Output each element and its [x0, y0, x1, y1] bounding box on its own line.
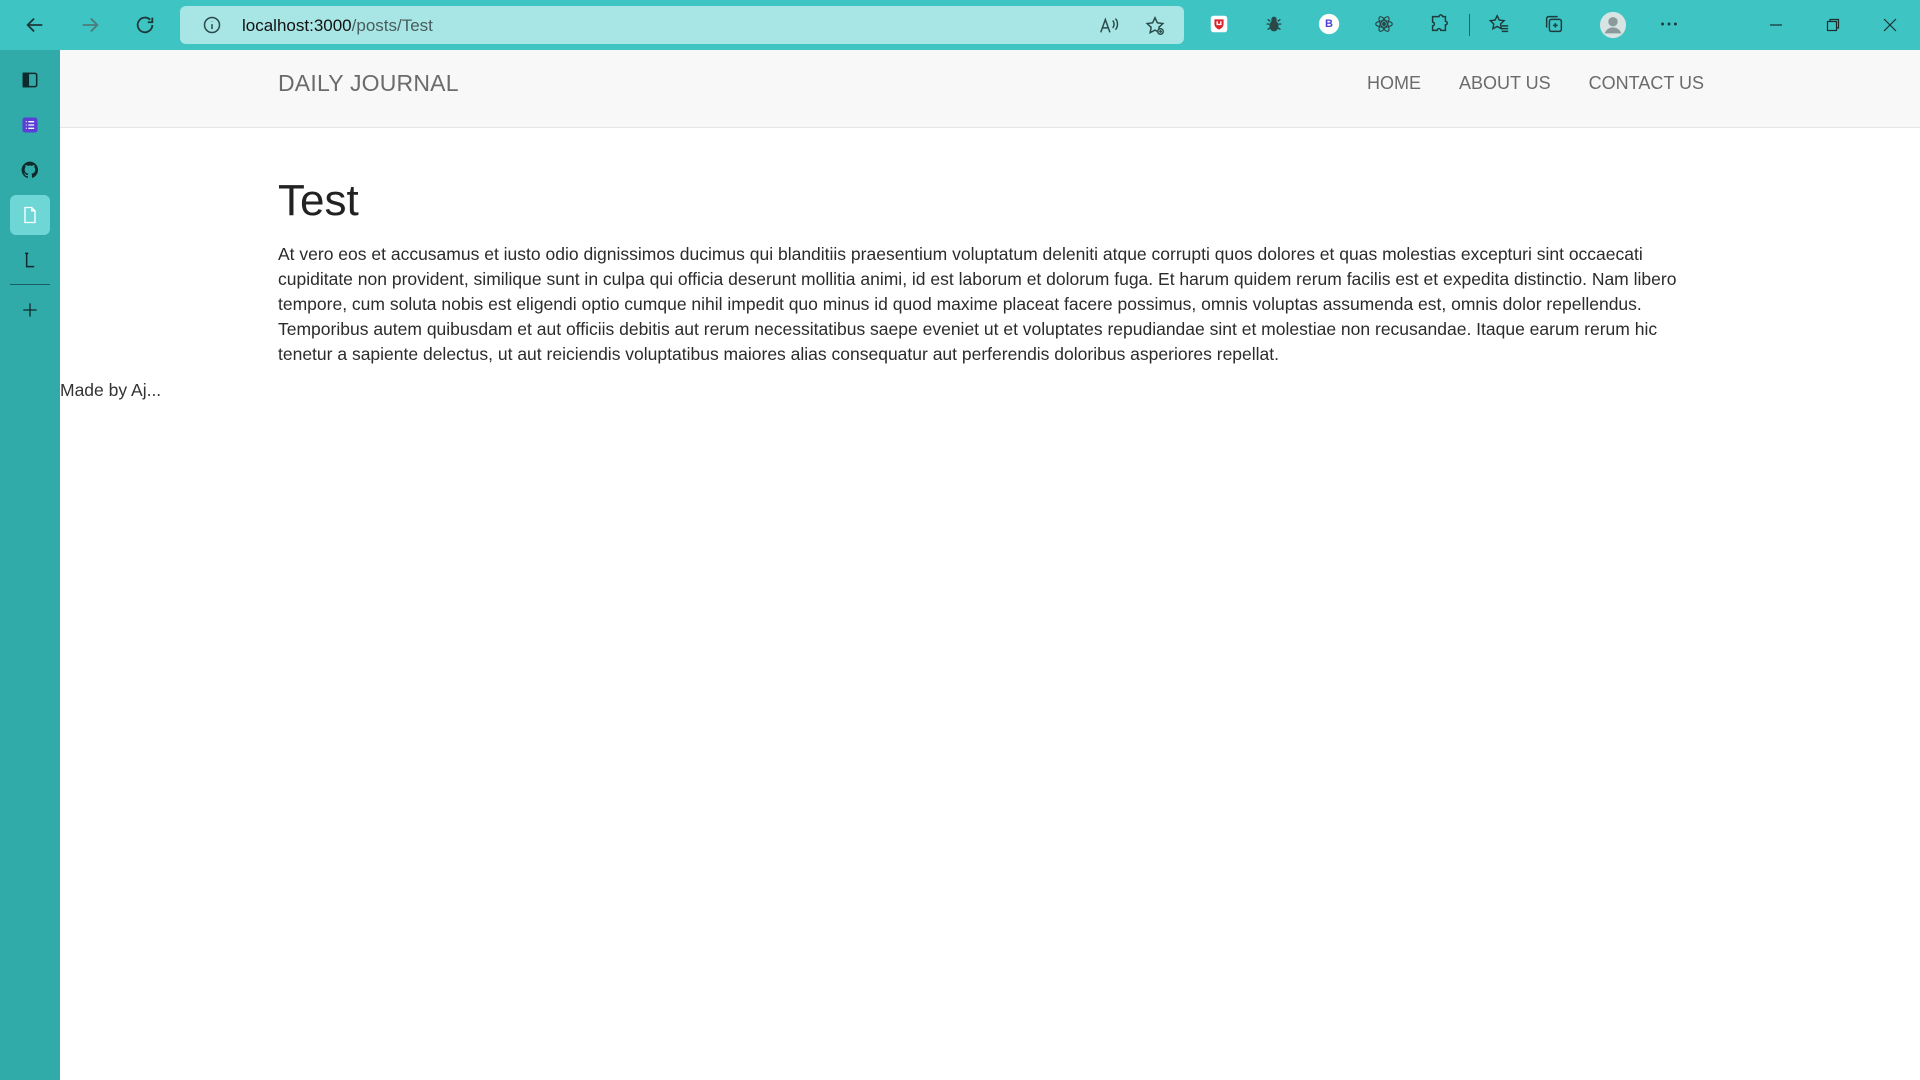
react-devtools-icon[interactable]	[1371, 11, 1397, 37]
url-path: /posts/Test	[351, 16, 433, 35]
favorites-icon[interactable]	[1486, 11, 1512, 37]
post-body: At vero eos et accusamus et iusto odio d…	[278, 244, 1677, 364]
site-brand[interactable]: DAILY JOURNAL	[278, 70, 459, 97]
add-favorite-icon[interactable]	[1144, 15, 1166, 37]
toolbar-separator	[1469, 14, 1470, 36]
info-icon[interactable]	[202, 15, 222, 35]
url-host: localhost:3000	[242, 16, 352, 35]
site-nav-links: HOME ABOUT US CONTACT US	[1367, 73, 1704, 94]
list-app-icon[interactable]	[10, 105, 50, 145]
refresh-icon[interactable]	[130, 10, 160, 40]
document-icon[interactable]	[10, 195, 50, 235]
browser-toolbar: localhost:3000/posts/Test B	[0, 0, 1920, 50]
address-bar[interactable]: localhost:3000/posts/Test	[180, 6, 1184, 44]
more-menu-icon[interactable]	[1656, 11, 1682, 37]
nav-contact-link[interactable]: CONTACT US	[1589, 73, 1704, 94]
extensions-puzzle-icon[interactable]	[1426, 11, 1452, 37]
close-icon[interactable]	[1877, 12, 1903, 38]
collections-icon[interactable]	[1541, 11, 1567, 37]
back-arrow-icon[interactable]	[20, 10, 50, 40]
minimize-icon[interactable]	[1763, 12, 1789, 38]
sidebar-divider	[10, 284, 50, 285]
tab-actions-icon[interactable]	[10, 60, 50, 100]
forward-arrow-icon[interactable]	[75, 10, 105, 40]
shield-extension-icon[interactable]	[1206, 11, 1232, 37]
browser-sidebar	[0, 50, 60, 1080]
read-aloud-icon[interactable]	[1098, 15, 1120, 37]
footer-credit: Made by Aj...	[60, 380, 162, 400]
github-icon[interactable]	[10, 150, 50, 190]
restore-icon[interactable]	[1820, 12, 1846, 38]
site-navbar: DAILY JOURNAL HOME ABOUT US CONTACT US	[60, 50, 1920, 128]
profile-badge-icon[interactable]: B	[1316, 11, 1342, 37]
post-title: Test	[278, 176, 359, 225]
web-page: DAILY JOURNAL HOME ABOUT US CONTACT US T…	[60, 50, 1920, 1080]
profile-avatar-icon[interactable]	[1598, 10, 1628, 40]
nav-about-link[interactable]: ABOUT US	[1459, 73, 1551, 94]
nav-home-link[interactable]: HOME	[1367, 73, 1421, 94]
url-text[interactable]: localhost:3000/posts/Test	[242, 16, 433, 36]
bug-extension-icon[interactable]	[1261, 11, 1287, 37]
profile-badge-letter: B	[1325, 18, 1333, 30]
letter-l-icon[interactable]	[10, 240, 50, 280]
add-icon[interactable]	[10, 290, 50, 330]
